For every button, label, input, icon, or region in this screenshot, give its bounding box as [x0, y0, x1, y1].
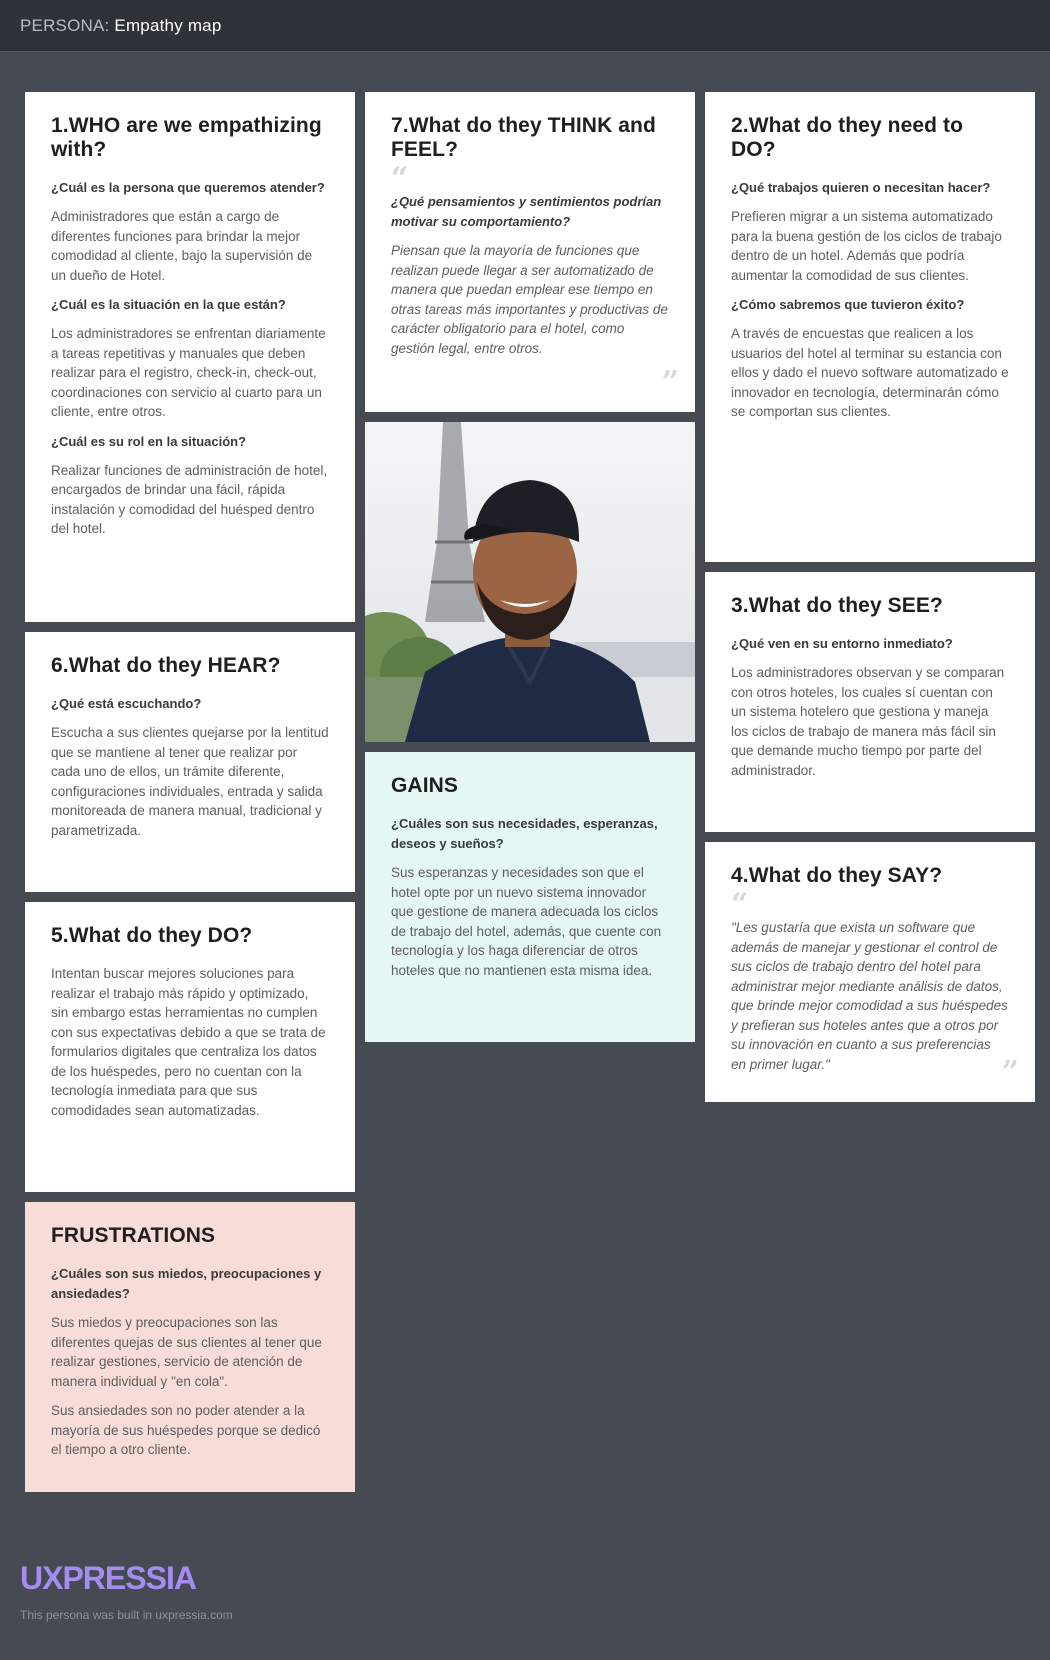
card-answer: Los administradores se enfrentan diariam…: [51, 326, 326, 419]
card-title: 3.What do they SEE?: [731, 594, 943, 617]
top-bar: PERSONA: Empathy map: [0, 0, 1050, 52]
card-question: ¿Cuál es la persona que queremos atender…: [51, 180, 325, 195]
card-frustrations: FRUSTRATIONS ¿Cuáles son sus miedos, pre…: [25, 1202, 355, 1492]
card-title: 5.What do they DO?: [51, 924, 253, 947]
card-question: ¿Cómo sabremos que tuvieron éxito?: [731, 297, 965, 312]
open-quote-icon: “: [731, 887, 749, 922]
card-answer: "Les gustaría que exista un software que…: [731, 920, 1008, 1072]
card-gains: GAINS ¿Cuáles son sus necesidades, esper…: [365, 752, 695, 1042]
card-title: 1.WHO are we empathizing with?: [51, 114, 322, 161]
card-title: 6.What do they HEAR?: [51, 654, 281, 677]
card-title: FRUSTRATIONS: [51, 1224, 216, 1247]
card-say: 4.What do they SAY? “ "Les gustaría que …: [705, 842, 1035, 1102]
card-need-to-do: 2.What do they need to DO? ¿Qué trabajos…: [705, 92, 1035, 562]
open-quote-icon: “: [391, 161, 409, 196]
card-think-feel: 7.What do they THINK and FEEL? “ ¿Qué pe…: [365, 92, 695, 412]
close-quote-icon: ”: [1001, 1055, 1019, 1090]
card-title: 4.What do they SAY?: [731, 864, 943, 887]
card-answer: Prefieren migrar a un sistema automatiza…: [731, 209, 1002, 283]
card-question: ¿Cuáles son sus necesidades, esperanzas,…: [391, 816, 658, 851]
card-who: 1.WHO are we empathizing with? ¿Cuál es …: [25, 92, 355, 622]
card-answer: A través de encuestas que realicen a los…: [731, 326, 1009, 419]
card-question: ¿Qué está escuchando?: [51, 696, 202, 711]
card-answer: Sus ansiedades son no poder atender a la…: [51, 1403, 321, 1457]
card-question: ¿Cuáles son sus miedos, preocupaciones y…: [51, 1266, 322, 1301]
card-title: 7.What do they THINK and FEEL?: [391, 114, 656, 161]
card-answer: Piensan que la mayoría de funciones que …: [391, 243, 668, 356]
card-do: 5.What do they DO? Intentan buscar mejor…: [25, 902, 355, 1192]
title-prefix: PERSONA:: [20, 16, 110, 35]
card-answer: Intentan buscar mejores soluciones para …: [51, 966, 326, 1118]
uxpressia-logo[interactable]: UXPRESSIA: [20, 1560, 197, 1597]
card-question: ¿Qué trabajos quieren o necesitan hacer?: [731, 180, 991, 195]
card-question: ¿Qué pensamientos y sentimientos podrían…: [391, 194, 662, 229]
page-title: PERSONA: Empathy map: [20, 16, 222, 36]
card-answer: Sus miedos y preocupaciones son las dife…: [51, 1315, 322, 1389]
card-answer: Realizar funciones de administración de …: [51, 462, 328, 537]
close-quote-icon: ”: [661, 365, 679, 400]
card-title: 2.What do they need to DO?: [731, 114, 964, 161]
card-see: 3.What do they SEE? ¿Qué ven en su entor…: [705, 572, 1035, 832]
title-text: Empathy map: [114, 16, 222, 35]
card-answer: Los administradores observan y se compar…: [731, 665, 1005, 778]
card-answer: Administradores que están a cargo de dif…: [51, 209, 313, 283]
card-question: ¿Cuál es la situación en la que están?: [51, 297, 286, 312]
card-answer: Sus esperanzas y necesidades son que el …: [391, 865, 662, 978]
footer-note: This persona was built in uxpressia.com: [20, 1608, 233, 1622]
card-title: GAINS: [391, 774, 459, 797]
card-question: ¿Cuál es su rol en la situación?: [51, 433, 247, 449]
card-hear: 6.What do they HEAR? ¿Qué está escuchand…: [25, 632, 355, 892]
persona-photo: [365, 422, 695, 742]
persona-photo-illustration: [365, 422, 695, 742]
card-answer: Escucha a sus clientes quejarse por la l…: [51, 725, 329, 838]
card-question: ¿Qué ven en su entorno inmediato?: [731, 636, 953, 651]
